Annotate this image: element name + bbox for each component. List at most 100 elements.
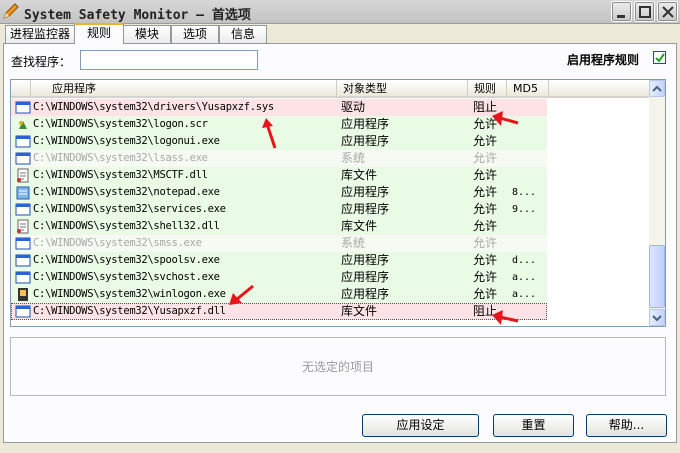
row-object-type: 系统 xyxy=(341,151,366,165)
table-row[interactable]: C:\WINDOWS\system32\spoolsv.exe 应用程序 允许 d..… xyxy=(11,252,547,269)
app-settings-button[interactable]: 应用设定 xyxy=(362,414,479,437)
header-object-type[interactable]: 对象类型 xyxy=(337,80,468,98)
table-row[interactable]: C:\WINDOWS\system32\svchost.exe 应用程序 允许 a..… xyxy=(11,269,547,286)
row-path: C:\WINDOWS\system32\MSCTF.dll xyxy=(33,169,208,181)
row-md5: a... xyxy=(512,289,537,300)
rules-list[interactable]: 应用程序 对象类型 规则 MD5 C:\WINDOWS\system32\dri… xyxy=(10,79,666,327)
row-object-type: 库文件 xyxy=(341,219,378,233)
row-path: C:\WINDOWS\system32\svchost.exe xyxy=(33,271,220,283)
header-application[interactable]: 应用程序 xyxy=(46,80,337,98)
window-icon xyxy=(15,135,31,148)
row-rule: 允许 xyxy=(473,287,498,301)
reset-button[interactable]: 重置 xyxy=(493,414,574,437)
scroll-thumb[interactable] xyxy=(649,245,665,308)
row-rule: 允许 xyxy=(473,236,498,250)
window-icon xyxy=(15,254,31,267)
row-object-type: 应用程序 xyxy=(341,253,390,267)
driver-icon xyxy=(15,101,31,114)
vertical-scrollbar[interactable] xyxy=(649,80,665,326)
maximize-button[interactable] xyxy=(634,1,655,22)
no-selection-text: 无选定的项目 xyxy=(301,360,374,374)
search-label: 查找程序： xyxy=(11,55,72,69)
row-object-type: 系统 xyxy=(341,236,366,250)
table-row[interactable]: C:\WINDOWS\system32\Yusapxzf.dll 库文件 阻止 xyxy=(11,303,547,320)
table-row[interactable]: C:\WINDOWS\system32\winlogon.exe 应用程序 允许 a.… xyxy=(11,286,547,303)
window-icon xyxy=(15,203,31,216)
header-md5[interactable]: MD5 xyxy=(507,80,549,98)
row-md5 xyxy=(512,150,546,167)
tab-options[interactable]: 选项 xyxy=(171,25,219,43)
row-rule: 允许 xyxy=(473,151,498,165)
row-path: C:\WINDOWS\system32\logon.scr xyxy=(33,118,208,130)
row-object-type: 应用程序 xyxy=(341,185,390,199)
row-rule: 允许 xyxy=(473,185,498,199)
pencil-icon xyxy=(3,3,19,19)
row-md5: a... xyxy=(512,272,537,283)
tab-modules[interactable]: 模块 xyxy=(123,25,171,43)
tab-info[interactable]: 信息 xyxy=(219,25,267,43)
minimize-button[interactable] xyxy=(611,1,632,22)
maximize-icon xyxy=(639,6,651,18)
row-rule: 允许 xyxy=(473,219,498,233)
row-md5: d... xyxy=(512,255,537,266)
screensaver-icon xyxy=(19,121,27,129)
row-path: C:\WINDOWS\system32\shell32.dll xyxy=(33,220,220,232)
scroll-down-button[interactable] xyxy=(649,309,665,326)
row-object-type: 库文件 xyxy=(341,304,378,318)
row-path: C:\WINDOWS\system32\spoolsv.exe xyxy=(33,254,220,266)
dll-icon xyxy=(17,219,29,234)
chevron-up-icon xyxy=(652,85,662,92)
row-object-type: 应用程序 xyxy=(341,202,390,216)
row-object-type: 应用程序 xyxy=(341,270,390,284)
row-path: C:\WINDOWS\system32\winlogon.exe xyxy=(33,288,226,300)
dll-icon xyxy=(17,168,29,183)
window-icon xyxy=(15,305,31,318)
winlogon-icon xyxy=(18,288,28,301)
title-bar[interactable]: System Safety Monitor — 首选项 xyxy=(0,0,680,24)
header-icon-col xyxy=(11,80,31,98)
scroll-up-button[interactable] xyxy=(649,80,665,97)
enable-rules-checkbox[interactable] xyxy=(653,51,666,64)
row-rule: 允许 xyxy=(473,134,498,148)
annotation-arrow xyxy=(262,118,277,149)
row-md5 xyxy=(512,235,546,252)
search-input[interactable] xyxy=(80,50,258,70)
tab-process-monitor[interactable]: 进程监控器 xyxy=(5,25,75,43)
row-path: C:\WINDOWS\system32\smss.exe xyxy=(33,237,202,249)
row-md5: 9... xyxy=(512,204,537,215)
enable-rules-label: 启用程序规则 xyxy=(567,53,640,67)
tab-rules[interactable]: 规则 xyxy=(74,23,124,44)
header-rule[interactable]: 规则 xyxy=(468,80,507,98)
row-object-type: 驱动 xyxy=(341,100,366,114)
row-object-type: 应用程序 xyxy=(341,117,390,131)
row-rule: 允许 xyxy=(473,168,498,182)
row-object-type: 库文件 xyxy=(341,168,378,182)
row-path: C:\WINDOWS\system32\Yusapxzf.dll xyxy=(33,305,226,317)
window-icon xyxy=(15,271,31,284)
row-md5 xyxy=(512,167,546,184)
row-path: C:\WINDOWS\system32\services.exe xyxy=(33,203,226,215)
details-panel: 无选定的项目 xyxy=(10,337,666,396)
window-icon xyxy=(15,237,31,250)
list-header: 应用程序 对象类型 规则 MD5 xyxy=(11,80,649,98)
close-button[interactable] xyxy=(657,1,678,22)
table-row[interactable]: C:\WINDOWS\system32\lsass.exe 系统 允许 xyxy=(11,150,547,167)
chevron-down-icon xyxy=(652,315,662,322)
row-object-type: 应用程序 xyxy=(341,287,390,301)
annotation-arrow xyxy=(492,111,519,126)
row-md5 xyxy=(512,218,546,235)
row-path: C:\WINDOWS\system32\drivers\Yusapxzf.sys xyxy=(33,101,274,113)
window-title: System Safety Monitor — 首选项 xyxy=(24,8,251,23)
table-row[interactable]: C:\WINDOWS\system32\drivers\Yusapxzf.sys… xyxy=(11,99,547,116)
checkmark-icon xyxy=(655,53,665,63)
table-row[interactable]: C:\WINDOWS\system32\notepad.exe 应用程序 允许 8..… xyxy=(11,184,547,201)
row-rule: 允许 xyxy=(473,253,498,267)
help-button[interactable]: 帮助... xyxy=(586,414,667,437)
row-rule: 允许 xyxy=(473,270,498,284)
table-row[interactable]: C:\WINDOWS\system32\shell32.dll 库文件 允许 xyxy=(11,218,547,235)
table-row[interactable]: C:\WINDOWS\system32\MSCTF.dll 库文件 允许 xyxy=(11,167,547,184)
table-row[interactable]: C:\WINDOWS\system32\services.exe 应用程序 允许 9.… xyxy=(11,201,547,218)
window-icon xyxy=(15,152,31,165)
table-row[interactable]: C:\WINDOWS\system32\smss.exe 系统 允许 xyxy=(11,235,547,252)
annotation-arrow xyxy=(229,284,254,305)
